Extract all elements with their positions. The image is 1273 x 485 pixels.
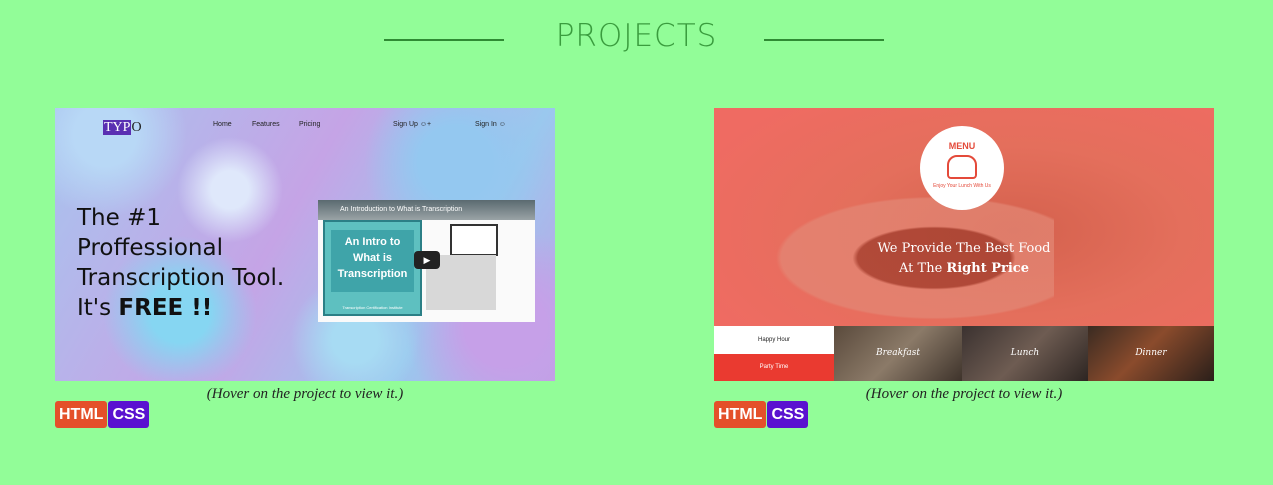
heading-divider-right — [764, 39, 884, 41]
projects-heading: PROJECTS — [0, 18, 1273, 62]
typo-logo: TYPO — [103, 120, 142, 135]
typo-nav-features: Features — [252, 121, 280, 128]
add-user-icon: ☺+ — [419, 121, 432, 128]
tab-party-time: Party Time — [714, 354, 834, 381]
category-lunch: Lunch — [962, 326, 1088, 381]
tag-css: CSS — [108, 401, 150, 428]
project-preview-typo[interactable]: TYPO Home Features Pricing Sign Up ☺+ Si… — [55, 108, 555, 381]
typo-video-embed: An Introduction to What is Transcription… — [318, 200, 535, 322]
typo-nav-home: Home — [213, 121, 232, 128]
menu-badge-logo: MENU Enjoy Your Lunch With Us — [920, 126, 1004, 210]
video-card: An Intro to What is Transcription Transc… — [323, 220, 422, 316]
tech-tags: HTML CSS — [714, 401, 809, 428]
typo-headline: The #1 Proffessional Transcription Tool.… — [77, 205, 285, 321]
tab-happy-hour: Happy Hour — [714, 326, 834, 354]
tech-tags: HTML CSS — [55, 401, 150, 428]
play-icon: ▶ — [414, 251, 440, 269]
category-breakfast: Breakfast — [834, 326, 962, 381]
project-card-typo: TYPO Home Features Pricing Sign Up ☺+ Si… — [55, 108, 555, 428]
menu-tabs: Happy Hour Party Time Breakfast Lunch Di… — [714, 326, 1214, 381]
typo-nav-pricing: Pricing — [299, 121, 321, 128]
project-card-menu: MENU Enjoy Your Lunch With Us We Provide… — [714, 108, 1214, 428]
tag-css: CSS — [767, 401, 809, 428]
tag-html: HTML — [55, 401, 108, 428]
user-icon: ☺ — [498, 121, 506, 128]
category-dinner: Dinner — [1088, 326, 1214, 381]
menu-slogan: We Provide The Best Food At The Right Pr… — [877, 241, 1051, 276]
project-preview-menu[interactable]: MENU Enjoy Your Lunch With Us We Provide… — [714, 108, 1214, 381]
typo-signin: Sign In ☺ — [475, 121, 506, 128]
video-title-bar: An Introduction to What is Transcription — [318, 200, 535, 220]
tag-html: HTML — [714, 401, 767, 428]
monitor-illustration — [450, 224, 498, 256]
typo-signup: Sign Up ☺+ — [393, 121, 432, 128]
burger-icon — [947, 155, 977, 179]
section-title: PROJECTS — [555, 18, 718, 54]
